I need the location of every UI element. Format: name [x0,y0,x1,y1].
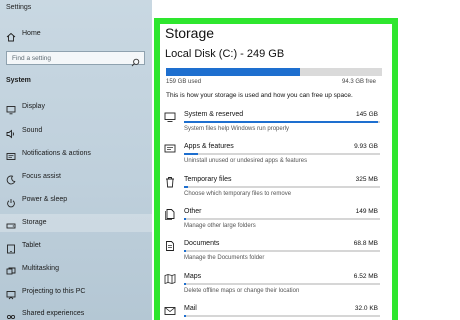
disk-usage-bar [166,68,382,76]
mail-icon [164,304,176,316]
maps-icon [164,272,176,285]
category-usage-bar [184,250,380,252]
home-label: Home [22,30,41,37]
category-usage-bar [184,153,380,155]
home-nav-item[interactable]: Home [0,26,152,42]
sidebar-item-label: Power & sleep [22,196,68,203]
category-documents[interactable]: Documents 68.8 MB Manage the Documents f… [160,237,390,267]
category-maps[interactable]: Maps 6.52 MB Delete offline maps or chan… [160,270,390,300]
category-size: 32.0 KB [354,305,378,312]
category-name: Apps & features [184,143,234,150]
sidebar-item-sound[interactable]: Sound [0,122,152,140]
category-size: 68.8 MB [353,240,378,247]
category-mail[interactable]: Mail 32.0 KB [160,302,390,320]
system-reserved-icon [164,110,176,122]
sidebar-item-notifications[interactable]: Notifications & actions [0,145,152,163]
sidebar-item-label: Focus assist [22,173,61,180]
disk-title[interactable]: Local Disk (C:) - 249 GB [165,48,284,60]
sidebar-item-label: Storage [22,219,47,226]
category-description: Manage other large folders [184,223,256,229]
category-usage-fill [184,121,379,123]
storage-icon [6,218,16,229]
category-name: Documents [184,240,220,247]
search-input[interactable] [7,52,127,64]
page-title: Storage [165,25,215,41]
category-usage-bar [184,121,380,123]
trash-icon [164,175,176,188]
category-name: Mail [184,305,197,312]
notifications-icon [6,149,16,160]
category-other[interactable]: Other 149 MB Manage other large folders [160,205,390,235]
category-size: 325 MB [355,176,378,183]
storage-description: This is how your storage is used and how… [166,92,353,99]
disk-free-label: 94.3 GB free [342,79,377,85]
multitasking-icon [6,264,16,275]
category-usage-fill [184,315,186,317]
category-name: Other [184,208,202,215]
category-usage-bar [184,218,380,220]
category-size: 145 GB [355,111,378,118]
sidebar-item-label: Notifications & actions [22,150,91,157]
sidebar-item-label: Sound [22,127,43,134]
power-icon [6,195,16,208]
focus-assist-icon [6,172,16,185]
sidebar-item-shared-experiences[interactable]: Shared experiences [0,305,152,320]
category-name: Maps [184,273,202,280]
category-usage-fill [184,153,198,155]
category-description: Choose which temporary files to remove [184,191,292,197]
category-size: 6.52 MB [353,273,378,280]
disk-used-label: 159 GB used [166,79,202,85]
category-description: Uninstall unused or undesired apps & fea… [184,158,308,164]
category-usage-bar [184,283,380,285]
sidebar: Settings Home System Display Sound Notif… [0,0,152,320]
app-title: Settings [6,4,32,11]
category-description: System files help Windows run properly [184,126,290,132]
sidebar-item-focus-assist[interactable]: Focus assist [0,168,152,186]
category-temporary-files[interactable]: Temporary files 325 MB Choose which temp… [160,173,390,203]
sidebar-item-power-sleep[interactable]: Power & sleep [0,191,152,209]
home-icon [6,29,16,47]
section-title: System [6,77,31,84]
sidebar-item-label: Display [22,103,45,110]
search-box[interactable] [6,51,145,67]
category-system-reserved[interactable]: System & reserved 145 GB System files he… [160,108,390,138]
sidebar-item-label: Shared experiences [22,310,85,317]
category-usage-bar [184,186,380,188]
category-usage-fill [184,250,186,252]
category-usage-bar [184,315,380,317]
sidebar-item-multitasking[interactable]: Multitasking [0,260,152,278]
sidebar-item-label: Tablet [22,242,41,249]
sidebar-item-storage[interactable]: Storage [0,214,152,232]
category-description: Delete offline maps or change their loca… [184,288,300,294]
category-name: System & reserved [184,111,244,118]
display-icon [6,102,16,115]
category-name: Temporary files [184,176,232,183]
category-usage-fill [184,283,186,285]
disk-usage-fill [166,68,300,76]
category-usage-fill [184,218,186,220]
apps-features-icon [164,142,176,154]
sidebar-item-projecting[interactable]: Projecting to this PC [0,283,152,301]
category-description: Manage the Documents folder [184,255,265,261]
sidebar-item-tablet[interactable]: Tablet [0,237,152,255]
sound-icon [6,126,16,139]
search-icon[interactable] [131,54,140,72]
category-apps-features[interactable]: Apps & features 9.93 GB Uninstall unused… [160,140,390,170]
tablet-icon [6,241,16,254]
sidebar-item-label: Multitasking [22,265,59,272]
documents-icon [164,239,176,251]
shared-experiences-icon [6,309,16,320]
sidebar-item-display[interactable]: Display [0,98,152,116]
other-files-icon [164,207,176,220]
sidebar-item-label: Projecting to this PC [22,288,86,295]
category-usage-fill [184,186,188,188]
category-size: 9.93 GB [354,143,378,150]
projecting-icon [6,287,16,300]
category-size: 149 MB [355,208,378,215]
